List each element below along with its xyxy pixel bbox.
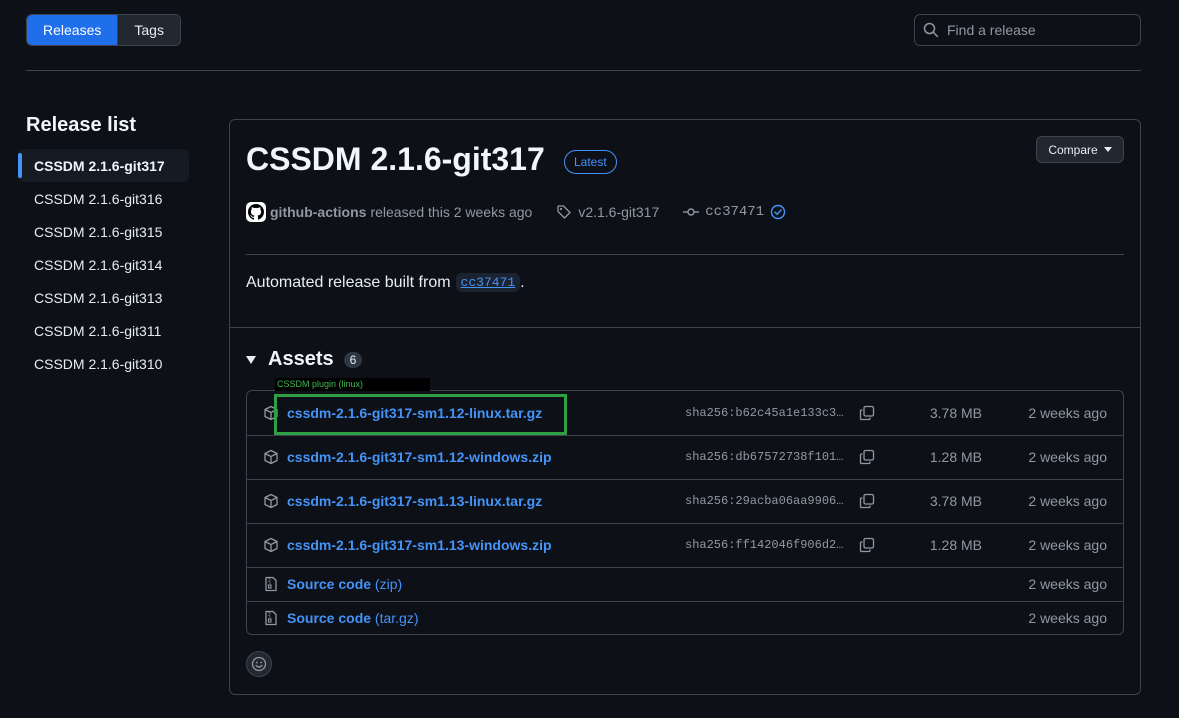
asset-date: 2 weeks ago	[1028, 576, 1107, 592]
reaction-button[interactable]	[246, 651, 272, 677]
copy-icon[interactable]	[859, 405, 875, 421]
file-zip-icon	[265, 610, 277, 626]
divider	[26, 70, 1141, 71]
commit-code-link[interactable]: cc37471	[455, 273, 521, 292]
copy-icon[interactable]	[859, 449, 875, 465]
search-box[interactable]	[914, 14, 1141, 46]
github-avatar-icon[interactable]	[246, 202, 266, 222]
release-body-text: Automated release built from	[246, 273, 451, 291]
compare-button[interactable]: Compare	[1036, 136, 1124, 163]
asset-size: 3.78 MB	[929, 493, 982, 509]
source-row: Source code (tar.gz) 2 weeks ago	[247, 601, 1123, 634]
commit-link[interactable]: cc37471	[683, 204, 786, 220]
asset-row: cssdm-2.1.6-git317-sm1.13-windows.zip sh…	[247, 523, 1123, 567]
source-targz-link[interactable]: Source code (tar.gz)	[287, 610, 419, 626]
verified-icon[interactable]	[770, 204, 786, 220]
source-zip-link[interactable]: Source code (zip)	[287, 576, 402, 592]
highlight-box	[274, 394, 567, 435]
asset-size: 1.28 MB	[929, 449, 982, 465]
divider	[230, 327, 1140, 328]
source-format: (zip)	[374, 576, 403, 592]
package-icon	[264, 449, 278, 465]
asset-link[interactable]: cssdm-2.1.6-git317-sm1.12-windows.zip	[287, 449, 552, 465]
released-text: released this 2 weeks ago	[370, 204, 533, 220]
asset-sha: sha256:db67572738f101…	[685, 450, 844, 464]
asset-row: cssdm-2.1.6-git317-sm1.13-linux.tar.gz s…	[247, 479, 1123, 523]
release-list-item[interactable]: CSSDM 2.1.6-git310	[18, 347, 189, 380]
source-row: Source code (zip) 2 weeks ago	[247, 567, 1123, 601]
asset-size: 3.78 MB	[929, 405, 982, 421]
smiley-icon	[251, 656, 267, 672]
release-list-item[interactable]: CSSDM 2.1.6-git311	[18, 314, 189, 347]
asset-date: 2 weeks ago	[1028, 449, 1107, 465]
divider	[246, 254, 1124, 255]
release-title[interactable]: CSSDM 2.1.6-git317	[246, 141, 545, 178]
compare-label: Compare	[1048, 142, 1098, 157]
asset-size: 1.28 MB	[929, 537, 982, 553]
tab-releases[interactable]: Releases	[27, 15, 118, 45]
tag-icon	[557, 205, 571, 219]
release-body-suffix: .	[520, 273, 525, 291]
tag-label: v2.1.6-git317	[578, 204, 660, 220]
asset-date: 2 weeks ago	[1028, 610, 1107, 626]
asset-date: 2 weeks ago	[1028, 405, 1107, 421]
asset-date: 2 weeks ago	[1028, 537, 1107, 553]
commit-hash: cc37471	[705, 204, 765, 220]
assets-title: Assets	[268, 348, 334, 370]
package-icon	[264, 537, 278, 553]
release-list-item[interactable]: CSSDM 2.1.6-git316	[18, 182, 189, 215]
asset-link[interactable]: cssdm-2.1.6-git317-sm1.13-windows.zip	[287, 537, 552, 553]
release-meta: github-actions released this 2 weeks ago…	[246, 201, 786, 223]
package-icon	[264, 493, 278, 509]
latest-badge: Latest	[564, 150, 617, 174]
assets-toggle[interactable]: Assets 6	[246, 348, 363, 371]
asset-link[interactable]: cssdm-2.1.6-git317-sm1.13-linux.tar.gz	[287, 493, 542, 509]
asset-sha: sha256:29acba06aa9906…	[685, 494, 844, 508]
tab-tags[interactable]: Tags	[117, 15, 180, 45]
author-link[interactable]: github-actions	[270, 204, 366, 220]
copy-icon[interactable]	[859, 493, 875, 509]
release-list-item[interactable]: CSSDM 2.1.6-git313	[18, 281, 189, 314]
release-list-title: Release list	[26, 114, 137, 136]
caret-down-icon	[1103, 147, 1112, 152]
source-label: Source code	[287, 610, 372, 626]
search-icon	[923, 22, 939, 38]
file-zip-icon	[265, 576, 277, 592]
release-body: Automated release built from cc37471 .	[246, 273, 525, 292]
release-list-item[interactable]: CSSDM 2.1.6-git314	[18, 248, 189, 281]
asset-tooltip: CSSDM plugin (linux)	[275, 378, 430, 391]
release-list: CSSDM 2.1.6-git317 CSSDM 2.1.6-git316 CS…	[18, 149, 189, 380]
assets-count-badge: 6	[343, 351, 363, 368]
asset-sha: sha256:b62c45a1e133c3…	[685, 406, 844, 420]
tag-link[interactable]: v2.1.6-git317	[556, 204, 659, 220]
asset-row: cssdm-2.1.6-git317-sm1.12-windows.zip sh…	[247, 435, 1123, 479]
copy-icon[interactable]	[859, 537, 875, 553]
source-format: (tar.gz)	[374, 610, 419, 626]
release-tag-switch: Releases Tags	[26, 14, 181, 46]
triangle-down-icon	[246, 355, 256, 364]
asset-sha: sha256:ff142046f906d2…	[685, 538, 844, 552]
commit-icon	[683, 208, 700, 216]
release-list-item[interactable]: CSSDM 2.1.6-git315	[18, 215, 189, 248]
source-label: Source code	[287, 576, 372, 592]
asset-date: 2 weeks ago	[1028, 493, 1107, 509]
release-list-item[interactable]: CSSDM 2.1.6-git317	[18, 149, 189, 182]
search-input[interactable]	[947, 22, 1127, 38]
